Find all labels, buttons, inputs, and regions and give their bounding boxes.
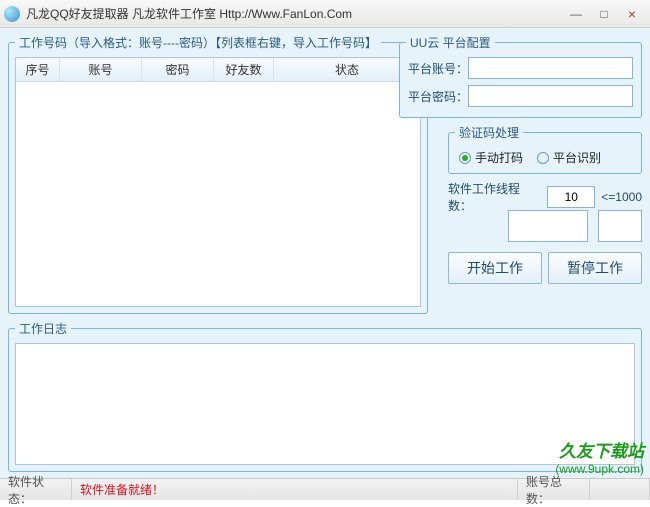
radio-manual[interactable]: 手动打码	[459, 149, 523, 166]
status-label: 软件状态：	[0, 479, 72, 500]
platform-group: UU云 平台配置 平台账号： 平台密码：	[399, 34, 642, 118]
thread-hint: <=1000	[601, 190, 642, 204]
radio-dot-icon	[459, 152, 471, 164]
log-group-title: 工作日志	[15, 320, 71, 337]
captcha-input-box[interactable]	[598, 210, 642, 242]
title-bar: 凡龙QQ好友提取器 凡龙软件工作室 Http://Www.FanLon.Com …	[0, 0, 650, 28]
platform-account-label: 平台账号：	[408, 60, 468, 77]
maximize-button[interactable]: □	[590, 4, 618, 24]
thread-label: 软件工作线程数：	[448, 180, 541, 214]
platform-password-label: 平台密码：	[408, 88, 468, 105]
log-group: 工作日志	[8, 320, 642, 472]
close-button[interactable]: ×	[618, 4, 646, 24]
start-button[interactable]: 开始工作	[448, 252, 542, 284]
platform-password-input[interactable]	[468, 85, 633, 107]
col-index: 序号	[16, 58, 60, 81]
radio-auto-label: 平台识别	[553, 149, 601, 166]
total-label: 账号总数：	[518, 479, 590, 500]
platform-account-input[interactable]	[468, 57, 633, 79]
pause-button[interactable]: 暂停工作	[548, 252, 642, 284]
captcha-group: 验证码处理 手动打码 平台识别	[448, 124, 642, 174]
client-area: 工作号码（导入格式：账号----密码）【列表框右键，导入工作号码】 序号 账号 …	[0, 28, 650, 478]
table-body[interactable]	[16, 82, 420, 306]
col-friends: 好友数	[214, 58, 274, 81]
accounts-group: 工作号码（导入格式：账号----密码）【列表框右键，导入工作号码】 序号 账号 …	[8, 34, 428, 314]
window-buttons: — □ ×	[562, 4, 646, 24]
accounts-table[interactable]: 序号 账号 密码 好友数 状态	[15, 57, 421, 307]
accounts-group-title: 工作号码（导入格式：账号----密码）【列表框右键，导入工作号码】	[15, 34, 381, 51]
preview-row	[448, 210, 642, 242]
table-header: 序号 账号 密码 好友数 状态	[16, 58, 420, 82]
app-icon	[4, 6, 20, 22]
col-account: 账号	[60, 58, 142, 81]
col-password: 密码	[142, 58, 214, 81]
window-title: 凡龙QQ好友提取器 凡龙软件工作室 Http://Www.FanLon.Com	[26, 5, 562, 22]
radio-auto[interactable]: 平台识别	[537, 149, 601, 166]
status-bar: 软件状态： 软件准备就绪！ 账号总数：	[0, 478, 650, 500]
thread-row: 软件工作线程数： <=1000	[448, 180, 642, 214]
minimize-button[interactable]: —	[562, 4, 590, 24]
thread-input[interactable]	[547, 186, 595, 208]
captcha-group-title: 验证码处理	[455, 124, 523, 141]
captcha-image-box	[508, 210, 588, 242]
platform-group-title: UU云 平台配置	[406, 34, 495, 51]
log-textarea[interactable]	[15, 343, 635, 465]
radio-dot-icon	[537, 152, 549, 164]
action-buttons: 开始工作 暂停工作	[448, 252, 642, 284]
total-value	[590, 479, 650, 500]
radio-manual-label: 手动打码	[475, 149, 523, 166]
status-value: 软件准备就绪！	[72, 479, 518, 500]
